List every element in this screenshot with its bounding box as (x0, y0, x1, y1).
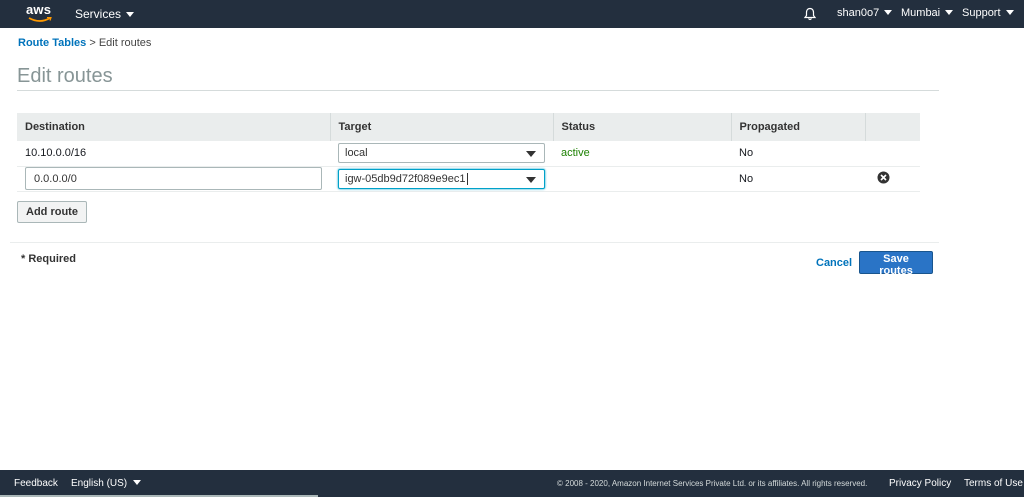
text-cursor (466, 172, 468, 185)
terms-of-use-link[interactable]: Terms of Use (964, 478, 1023, 489)
support-menu[interactable]: Support (962, 7, 1014, 19)
destination-input[interactable] (25, 167, 322, 190)
select-arrow-icon (526, 151, 536, 158)
caret-down-icon (1005, 10, 1014, 15)
caret-down-icon (945, 10, 954, 15)
breadcrumb-current: Edit routes (98, 37, 152, 49)
propagated-cell: No (731, 166, 865, 192)
breadcrumb-route-tables-link[interactable]: Route Tables (18, 37, 86, 49)
status-cell (553, 166, 731, 192)
aws-logo-text: aws (26, 2, 52, 17)
copyright-text: © 2008 - 2020, Amazon Internet Services … (557, 479, 868, 488)
account-label: shan0o7 (837, 7, 880, 19)
page-title: Edit routes (17, 65, 113, 87)
target-select-value: local (345, 147, 368, 160)
language-label: English (US) (71, 478, 128, 489)
column-header-target: Target (330, 113, 554, 141)
select-arrow-icon (526, 176, 536, 183)
required-note: * Required (21, 253, 77, 265)
target-select[interactable]: igw-05db9d72f089e9ec1 (338, 168, 545, 189)
region-menu[interactable]: Mumbai (901, 7, 954, 19)
region-label: Mumbai (901, 7, 941, 19)
propagated-cell: No (731, 141, 865, 167)
add-route-button[interactable]: Add route (17, 201, 87, 223)
caret-down-icon (884, 10, 893, 15)
bell-icon[interactable] (803, 7, 817, 21)
footer-bar: Feedback English (US) © 2008 - 2020, Ama… (0, 470, 1024, 497)
target-select[interactable]: local (338, 143, 545, 164)
remove-circle-icon[interactable] (877, 171, 890, 184)
table-header-row: Destination Target Status Propagated (17, 113, 920, 141)
destination-cell: 10.10.0.0/16 (17, 141, 330, 167)
account-menu[interactable]: shan0o7 (837, 7, 893, 19)
caret-down-icon (126, 12, 135, 17)
title-divider (17, 90, 939, 91)
save-routes-button[interactable]: Save routes (859, 251, 933, 277)
privacy-policy-link[interactable]: Privacy Policy (889, 478, 951, 489)
column-header-status: Status (553, 113, 732, 141)
table-row: 10.10.0.0/16 local active No (17, 141, 920, 167)
aws-logo[interactable]: aws (26, 2, 54, 24)
column-header-actions (865, 113, 920, 141)
status-cell: active (553, 141, 731, 167)
support-label: Support (962, 7, 1001, 19)
aws-smile-icon (28, 17, 52, 22)
feedback-link[interactable]: Feedback (14, 478, 58, 489)
services-menu[interactable]: Services (75, 7, 135, 21)
top-navigation-bar: aws Services shan0o7 Mumbai Support (0, 0, 1024, 28)
breadcrumb-separator: > (89, 37, 96, 49)
services-label: Services (75, 7, 122, 21)
table-row: igw-05db9d72f089e9ec1 No (17, 166, 920, 192)
breadcrumb: Route Tables > Edit routes (18, 37, 151, 49)
column-header-destination: Destination (17, 113, 331, 141)
cancel-button[interactable]: Cancel (816, 257, 852, 269)
caret-down-icon (133, 480, 142, 485)
routes-table: Destination Target Status Propagated 10.… (17, 113, 920, 192)
language-selector[interactable]: English (US) (71, 478, 142, 489)
target-select-value: igw-05db9d72f089e9ec1 (345, 172, 466, 185)
column-header-propagated: Propagated (731, 113, 866, 141)
section-divider (10, 242, 939, 243)
